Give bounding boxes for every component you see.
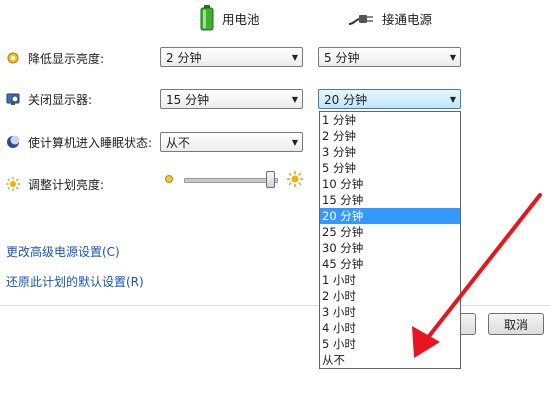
dim-display-battery-select[interactable]: 2 分钟 ▼ [160, 47, 303, 67]
battery-icon [200, 5, 214, 31]
advanced-power-settings-link[interactable]: 更改高级电源设置(C) [6, 243, 120, 260]
column-header-plugged: 接通电源 [348, 6, 432, 30]
dropdown-option[interactable]: 5 分钟 [320, 160, 460, 176]
turn-off-display-plugged-select[interactable]: 20 分钟 ▼ [318, 89, 461, 109]
chevron-down-icon: ▼ [291, 137, 299, 147]
column-label-battery: 用电池 [222, 11, 260, 27]
row-turn-off-display: 关闭显示器: [6, 89, 92, 109]
dropdown-option[interactable]: 2 分钟 [320, 128, 460, 144]
dropdown-option[interactable]: 3 分钟 [320, 144, 460, 160]
chevron-down-icon: ▼ [449, 52, 457, 62]
row-label: 降低显示亮度: [28, 51, 105, 66]
chevron-down-icon: ▼ [291, 52, 299, 62]
brightness-sun-icon [6, 177, 20, 191]
column-label-plugged: 接通电源 [382, 11, 433, 27]
red-annotation-arrow [412, 193, 542, 358]
monitor-off-icon [6, 93, 20, 105]
chevron-down-icon: ▼ [291, 94, 299, 104]
row-dim-display: 降低显示亮度: [6, 48, 104, 68]
brightness-low-icon [165, 175, 173, 183]
select-value: 2 分钟 [166, 50, 202, 65]
chevron-down-icon: ▼ [449, 94, 457, 104]
dim-display-plugged-select[interactable]: 5 分钟 ▼ [318, 47, 461, 67]
column-header-battery: 用电池 [200, 5, 260, 31]
brightness-high-icon [287, 171, 303, 187]
select-value: 5 分钟 [324, 50, 360, 65]
select-value: 20 分钟 [324, 92, 368, 107]
brightness-slider-track[interactable] [184, 178, 278, 183]
select-value: 15 分钟 [166, 92, 210, 107]
row-label: 调整计划亮度: [28, 177, 105, 192]
restore-defaults-link[interactable]: 还原此计划的默认设置(R) [6, 273, 144, 290]
turn-off-display-battery-select[interactable]: 15 分钟 ▼ [160, 89, 303, 109]
row-brightness: 调整计划亮度: [6, 174, 104, 194]
dropdown-option[interactable]: 1 分钟 [320, 112, 460, 128]
sleep-battery-select[interactable]: 从不 ▼ [160, 132, 303, 152]
sleep-moon-icon [7, 135, 20, 148]
row-label: 关闭显示器: [28, 92, 93, 107]
brightness-slider-thumb[interactable] [266, 171, 276, 188]
select-value: 从不 [166, 135, 191, 150]
power-plug-icon [348, 15, 373, 25]
row-sleep: 使计算机进入睡眠状态: [6, 132, 152, 152]
dim-display-icon [7, 52, 19, 64]
row-label: 使计算机进入睡眠状态: [28, 135, 153, 150]
